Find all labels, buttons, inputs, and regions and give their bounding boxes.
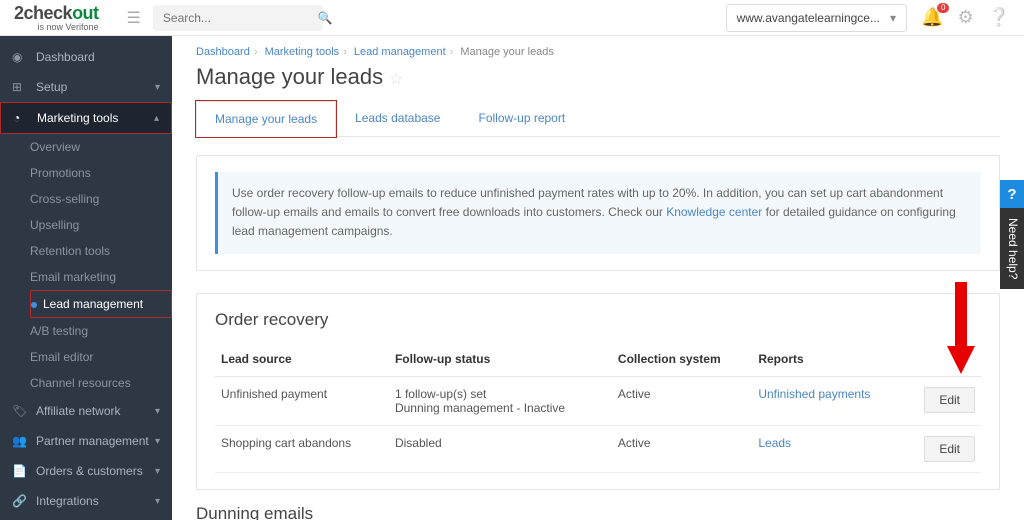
sidebar-item-reports[interactable]: 📊Reports center▾ (0, 516, 172, 520)
help-text[interactable]: Need help? (1000, 208, 1024, 289)
sidebar-sub-email[interactable]: Email marketing (30, 264, 172, 290)
col-followup-status: Follow-up status (389, 342, 612, 377)
col-collection: Collection system (612, 342, 752, 377)
info-message: Use order recovery follow-up emails to r… (215, 172, 981, 254)
sidebar-item-orders[interactable]: 📄Orders & customers▾ (0, 456, 172, 486)
report-link-leads[interactable]: Leads (758, 436, 791, 450)
notifications-icon[interactable]: 🔔0 (921, 7, 943, 28)
breadcrumb: Dashboard› Marketing tools› Lead managem… (196, 46, 1000, 58)
sidebar-sub-retention[interactable]: Retention tools (30, 238, 172, 264)
edit-button[interactable]: Edit (924, 387, 975, 413)
sidebar-sub-lead[interactable]: Lead management (31, 291, 171, 317)
search-box[interactable]: 🔍 (153, 5, 323, 31)
account-dropdown[interactable]: www.avangatelearningce... ▾ (726, 4, 907, 32)
col-reports: Reports (752, 342, 904, 377)
breadcrumb-current: Manage your leads (460, 46, 554, 58)
help-q-icon[interactable]: ? (1000, 180, 1024, 208)
sidebar-item-affiliate[interactable]: 🏷Affiliate network▾ (0, 396, 172, 426)
sidebar-sub-channel[interactable]: Channel resources (30, 370, 172, 396)
breadcrumb-marketing[interactable]: Marketing tools (265, 46, 340, 58)
sidebar-item-dashboard[interactable]: ◉Dashboard (0, 42, 172, 72)
sidebar-sub-overview[interactable]: Overview (30, 134, 172, 160)
edit-button[interactable]: Edit (924, 436, 975, 462)
knowledge-link[interactable]: Knowledge center (666, 205, 762, 219)
brand-logo: 2checkout is now Verifone (14, 3, 99, 32)
tab-leads-db[interactable]: Leads database (336, 100, 459, 136)
order-recovery-heading: Order recovery (215, 310, 981, 330)
breadcrumb-lead[interactable]: Lead management (354, 46, 446, 58)
main-content: Dashboard› Marketing tools› Lead managem… (172, 36, 1024, 520)
settings-icon[interactable]: ⚙ (957, 7, 973, 28)
page-title: Manage your leads☆ (196, 64, 1000, 90)
breadcrumb-dashboard[interactable]: Dashboard (196, 46, 250, 58)
search-input[interactable] (163, 11, 318, 25)
dunning-heading: Dunning emails (196, 504, 1000, 520)
col-lead-source: Lead source (215, 342, 389, 377)
tab-followup-report[interactable]: Follow-up report (459, 100, 584, 136)
help-strip[interactable]: ? Need help? (1000, 180, 1024, 289)
sidebar-item-partner[interactable]: 👥Partner management▾ (0, 426, 172, 456)
sidebar: ◉Dashboard ⊞Setup▾ ◔Marketing tools▴ Ove… (0, 36, 172, 520)
tab-manage-leads[interactable]: Manage your leads (196, 101, 336, 137)
sidebar-sub-ab[interactable]: A/B testing (30, 318, 172, 344)
sidebar-sub-cross[interactable]: Cross-selling (30, 186, 172, 212)
help-icon[interactable]: ❔ (988, 7, 1010, 28)
sidebar-sub-upselling[interactable]: Upselling (30, 212, 172, 238)
favorite-icon[interactable]: ☆ (389, 71, 403, 88)
sidebar-sub-promotions[interactable]: Promotions (30, 160, 172, 186)
menu-toggle-icon[interactable]: ☰ (127, 8, 141, 28)
sidebar-sub-editor[interactable]: Email editor (30, 344, 172, 370)
sidebar-item-marketing[interactable]: ◔Marketing tools▴ (1, 103, 171, 133)
table-row: Unfinished payment 1 follow-up(s) setDun… (215, 376, 981, 425)
sidebar-item-setup[interactable]: ⊞Setup▾ (0, 72, 172, 102)
search-icon: 🔍 (318, 11, 333, 25)
sidebar-item-integrations[interactable]: 🔗Integrations▾ (0, 486, 172, 516)
report-link-unfinished[interactable]: Unfinished payments (758, 387, 870, 401)
notif-badge: 0 (937, 3, 949, 13)
account-label: www.avangatelearningce... (737, 11, 880, 25)
table-row: Shopping cart abandons Disabled Active L… (215, 425, 981, 472)
chevron-down-icon: ▾ (890, 11, 896, 25)
